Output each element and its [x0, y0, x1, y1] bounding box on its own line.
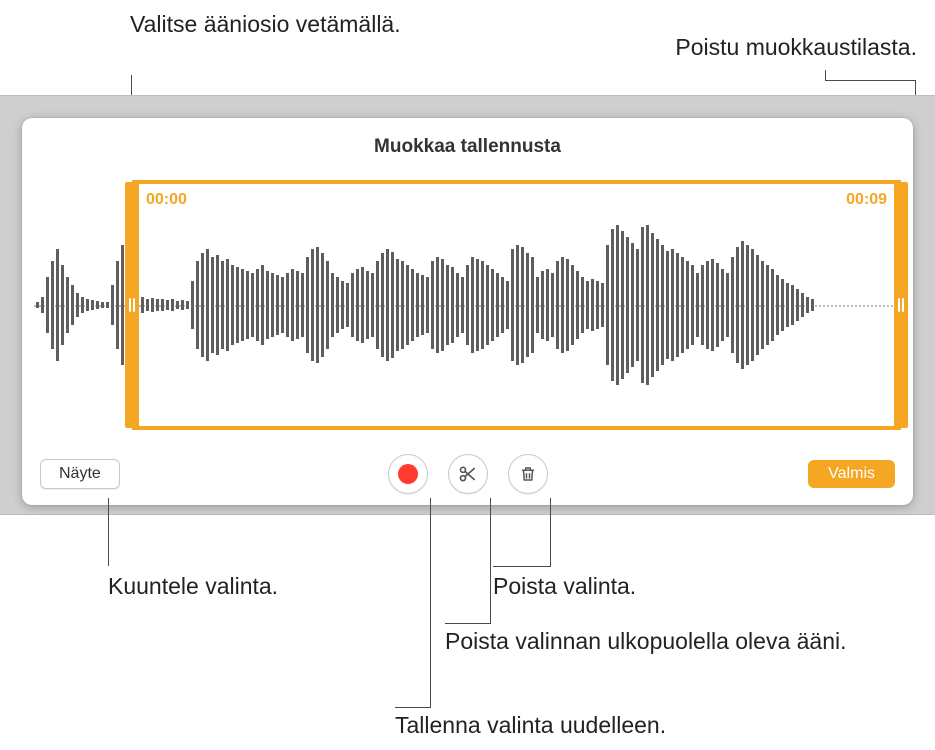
callout-delete-outside: Poista valinnan ulkopuolella oleva ääni. [445, 627, 847, 656]
trash-icon [519, 464, 537, 484]
callout-line [395, 707, 431, 708]
record-button[interactable] [388, 454, 428, 494]
wave-bar [86, 299, 89, 312]
callout-text: Valitse ääniosio vetämällä. [130, 11, 401, 37]
record-icon [398, 464, 418, 484]
delete-button[interactable] [508, 454, 548, 494]
toolbar-center-group [388, 454, 548, 494]
wave-bar [61, 265, 64, 345]
editor-toolbar: Näyte [22, 443, 913, 505]
wave-bar [106, 302, 109, 308]
callout-line [550, 498, 551, 566]
wave-bar [71, 285, 74, 325]
callout-line [490, 498, 491, 623]
wave-bar [116, 261, 119, 349]
callout-listen-selection: Kuuntele valinta. [108, 572, 278, 601]
wave-bar [41, 297, 44, 313]
selection-time-start: 00:00 [146, 191, 187, 209]
callout-line [493, 566, 551, 567]
done-button[interactable]: Valmis [808, 460, 895, 488]
wave-bar [96, 301, 99, 309]
trim-button[interactable] [448, 454, 488, 494]
editor-title: Muokkaa tallennusta [22, 118, 913, 158]
callout-text: Poista valinnan ulkopuolella oleva ääni. [445, 628, 847, 654]
wave-bar [81, 297, 84, 313]
handle-grip [898, 298, 900, 312]
callout-line [445, 623, 491, 624]
callout-drag-select: Valitse ääniosio vetämällä. [130, 10, 401, 39]
callout-exit-edit: Poistu muokkaustilasta. [675, 33, 917, 62]
callout-text: Kuuntele valinta. [108, 573, 278, 599]
callout-line [108, 498, 109, 566]
callout-text: Poista valinta. [493, 573, 636, 599]
wave-bar [51, 261, 54, 349]
callout-text: Tallenna valinta uudelleen. [395, 712, 666, 738]
selection-handle-left[interactable] [125, 182, 139, 428]
callout-line [430, 498, 431, 707]
audio-editor-panel: Muokkaa tallennusta 00:00 00:09 Näyte [22, 118, 913, 505]
scissors-icon [458, 464, 478, 484]
callout-line [825, 70, 826, 80]
callout-rerecord-selection: Tallenna valinta uudelleen. [395, 711, 666, 740]
wave-bar [101, 302, 104, 308]
wave-bar [56, 249, 59, 361]
wave-bar [111, 285, 114, 325]
wave-bar [91, 300, 94, 310]
sample-button[interactable]: Näyte [40, 459, 120, 489]
wave-bar [46, 277, 49, 333]
handle-grip [129, 298, 131, 312]
wave-bar [66, 277, 69, 333]
selection-box[interactable]: 00:00 00:09 [132, 180, 901, 430]
selection-time-end: 00:09 [846, 191, 887, 209]
waveform-area[interactable]: 00:00 00:09 [34, 180, 901, 430]
callout-delete-selection: Poista valinta. [493, 572, 636, 601]
handle-grip [133, 298, 135, 312]
wave-bar [36, 302, 39, 308]
wave-bar [76, 293, 79, 317]
callout-text: Poistu muokkaustilasta. [675, 34, 917, 60]
wave-bar [121, 245, 124, 365]
callout-line [825, 80, 915, 81]
handle-grip [902, 298, 904, 312]
selection-handle-right[interactable] [894, 182, 908, 428]
